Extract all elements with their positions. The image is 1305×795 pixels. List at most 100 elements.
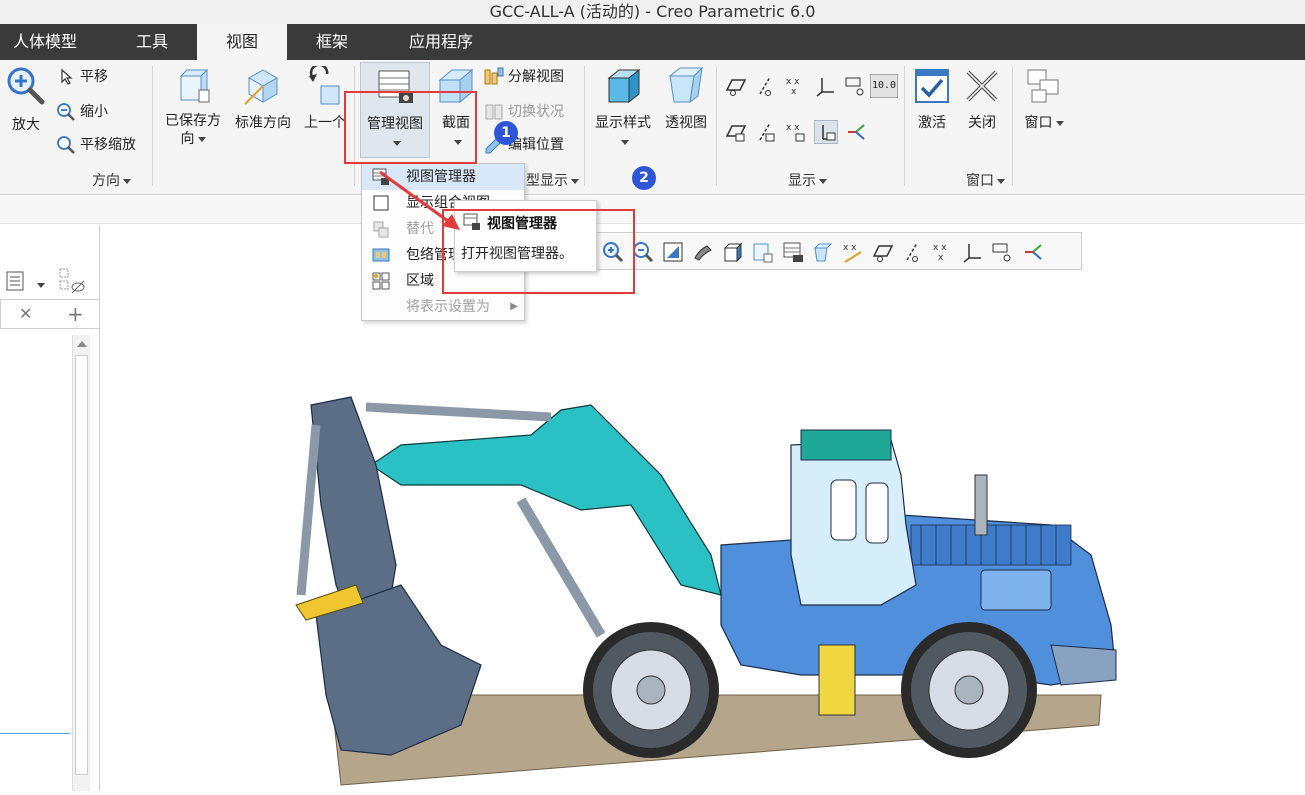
csys-display-icon[interactable] [814, 74, 838, 98]
svg-text:x x: x x [933, 243, 947, 253]
group-separator [354, 66, 355, 186]
spin-center-display-icon[interactable] [844, 120, 868, 144]
cab-roof [800, 429, 892, 461]
previous-icon [305, 63, 345, 106]
submenu-arrow-icon: ▶ [510, 301, 518, 312]
datum-display-toggles: x xx 10.0 x x [724, 74, 904, 146]
cylinder-bucket [296, 424, 321, 596]
axis-display-icon[interactable] [754, 74, 778, 98]
scroll-thumb[interactable] [75, 355, 88, 775]
refit-icon[interactable] [661, 240, 685, 264]
chevron-down-icon [1055, 120, 1064, 126]
close-label: 关闭 [968, 115, 996, 131]
perspective-view-button[interactable]: 透视图 [660, 66, 712, 132]
manage-views-button[interactable]: 管理视图 [360, 62, 430, 158]
tab-frame[interactable]: 框架 [297, 24, 367, 60]
zoom-out-label: 缩小 [80, 104, 108, 120]
csys-tag-display-icon[interactable] [814, 120, 838, 144]
exhaust-pipe [974, 474, 988, 536]
group-label-orientation-text: 方向 [92, 173, 120, 189]
rear-wheel [901, 622, 1037, 758]
scroll-up-icon[interactable] [77, 341, 87, 347]
saved-orientations-icon [173, 66, 213, 106]
cab-window-right [865, 482, 889, 544]
svg-text:x: x [791, 87, 797, 97]
excavator-model [295, 396, 1117, 786]
menu-item-set-representation[interactable]: 将表示设置为 ▶ [362, 294, 524, 320]
zoom-out-icon[interactable] [631, 240, 655, 264]
activate-button[interactable]: 激活 [910, 66, 954, 132]
axis-display-icon[interactable] [901, 240, 925, 264]
label-display-button[interactable]: 10.0 [870, 74, 898, 98]
zoom-in-icon [6, 66, 46, 106]
step-ladder [818, 644, 856, 716]
tooltip-description: 打开视图管理器。 [461, 246, 573, 262]
step-badge-2: 2 [632, 166, 656, 190]
pan-zoom-label: 平移缩放 [80, 137, 136, 153]
boom [369, 404, 722, 596]
point-display-icon[interactable]: x xx [931, 240, 955, 264]
group-label-show[interactable]: 显示 [788, 170, 827, 190]
tab-applications[interactable]: 应用程序 [393, 24, 489, 60]
previous-button[interactable]: 上一个 [300, 63, 350, 132]
clear-icon[interactable]: ✕ [19, 304, 32, 323]
graphics-window[interactable] [101, 225, 1305, 791]
pan-button[interactable]: 平移 [56, 65, 108, 89]
point-tag-display-icon[interactable]: x x [784, 120, 808, 144]
plane-display-icon[interactable] [724, 74, 748, 98]
plane-display-icon[interactable] [871, 240, 895, 264]
group-separator [904, 66, 905, 186]
pan-label: 平移 [80, 69, 108, 85]
point-display-icon[interactable]: x xx [784, 74, 808, 98]
front-wheel [583, 622, 719, 758]
zoom-in-label: 放大 [12, 117, 40, 133]
add-icon[interactable]: + [67, 302, 84, 326]
display-style-button[interactable]: 显示样式 [590, 66, 656, 150]
repaint-icon[interactable] [691, 240, 715, 264]
standard-orientation-button[interactable]: 标准方向 [230, 66, 296, 132]
group-separator [716, 66, 717, 186]
status-stripe [0, 196, 1305, 224]
plane-tag-display-icon[interactable] [724, 120, 748, 144]
section-button[interactable]: 截面 [434, 66, 478, 150]
chevron-down-icon [620, 139, 629, 145]
spin-center-icon[interactable] [1021, 240, 1045, 264]
tree-settings-icon[interactable] [4, 269, 26, 293]
group-label-model-display[interactable]: 型显示 [526, 170, 579, 190]
toggle-status-label: 切换状况 [508, 104, 564, 120]
datum-display-filters-icon[interactable]: x x [841, 240, 865, 264]
tree-scrollbar[interactable] [72, 335, 90, 791]
annotation-display-icon[interactable] [844, 74, 868, 98]
group-label-window[interactable]: 窗口 [966, 170, 1005, 190]
window-icon [1024, 66, 1064, 106]
zoom-out-button[interactable]: 缩小 [56, 100, 108, 124]
chevron-down-icon[interactable] [34, 277, 45, 293]
display-style-label: 显示样式 [595, 115, 651, 131]
graphics-toolbar: x x x xx [596, 232, 1082, 270]
group-label-orientation[interactable]: 方向 [92, 170, 131, 190]
close-button[interactable]: 关闭 [960, 66, 1004, 132]
tree-search-input[interactable]: ✕ + [0, 299, 100, 329]
pan-zoom-button[interactable]: 平移缩放 [56, 133, 136, 157]
menu-item-label: 将表示设置为 [406, 299, 490, 315]
saved-orientations-icon[interactable] [751, 240, 775, 264]
window-button[interactable]: 窗口 [1018, 66, 1070, 132]
zoom-in-icon[interactable] [601, 240, 625, 264]
show-hide-icon[interactable] [58, 267, 86, 295]
tab-tools[interactable]: 工具 [117, 24, 187, 60]
toggle-status-button[interactable]: 切换状况 [484, 100, 564, 124]
view-manager-icon[interactable] [781, 240, 805, 264]
annotation-display-icon[interactable] [991, 240, 1015, 264]
display-style-icon[interactable] [721, 240, 745, 264]
envelope-manager-icon [372, 246, 390, 264]
axis-tag-display-icon[interactable] [754, 120, 778, 144]
activate-icon [912, 66, 952, 106]
zoom-in-button[interactable]: 放大 [4, 66, 48, 134]
tab-view[interactable]: 视图 [197, 24, 287, 60]
perspective-icon[interactable] [811, 240, 835, 264]
explode-view-button[interactable]: 分解视图 [484, 65, 564, 89]
chevron-down-icon [123, 178, 131, 184]
tab-mannequin[interactable]: 人体模型 [0, 24, 90, 60]
csys-display-icon[interactable] [961, 240, 985, 264]
saved-orientations-button[interactable]: 已保存方向 [160, 66, 226, 148]
